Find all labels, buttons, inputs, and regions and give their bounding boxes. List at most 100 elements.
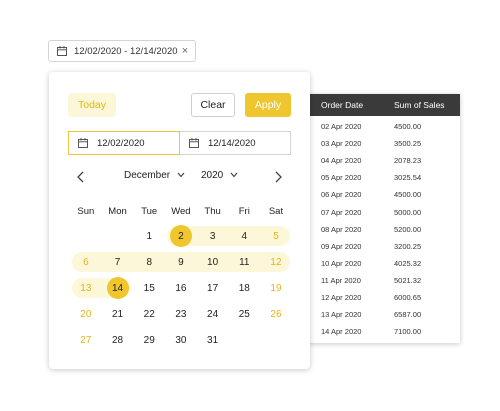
sum-of-sales-cell: 3500.25 bbox=[394, 139, 422, 149]
day-number: 22 bbox=[143, 308, 155, 320]
calendar-day[interactable]: 22 bbox=[133, 301, 165, 327]
day-number: 5 bbox=[273, 230, 279, 242]
calendar-day[interactable]: 13 bbox=[70, 275, 102, 301]
calendar-day-empty bbox=[260, 327, 292, 353]
calendar-day[interactable]: 2 bbox=[165, 223, 197, 249]
table-row: 09 Apr 2020 3200.25 bbox=[308, 238, 460, 255]
order-date-cell: 13 Apr 2020 bbox=[321, 310, 362, 320]
order-date-cell: 10 Apr 2020 bbox=[321, 258, 362, 268]
day-number: 7 bbox=[114, 256, 121, 268]
chevron-down-icon bbox=[230, 170, 238, 181]
calendar-day[interactable]: 27 bbox=[70, 327, 102, 353]
table-row: 12 Apr 2020 6000.65 bbox=[308, 289, 460, 306]
calendar-day[interactable]: 31 bbox=[197, 327, 229, 353]
sum-of-sales-cell: 3025.54 bbox=[394, 173, 422, 183]
calendar-day[interactable]: 6 bbox=[70, 249, 102, 275]
table-row: 11 Apr 2020 5021.32 bbox=[308, 272, 460, 289]
column-header-sum-of-sales[interactable]: Sum of Sales bbox=[370, 100, 460, 110]
calendar-day[interactable]: 1 bbox=[133, 223, 165, 249]
table-row: 06 Apr 2020 4500.00 bbox=[308, 186, 460, 203]
calendar-day[interactable]: 28 bbox=[102, 327, 134, 353]
month-select[interactable]: December bbox=[124, 170, 185, 181]
calendar-day[interactable]: 23 bbox=[165, 301, 197, 327]
calendar-day[interactable]: 26 bbox=[260, 301, 292, 327]
weekday-label: Thu bbox=[204, 206, 221, 217]
day-number: 16 bbox=[175, 282, 187, 294]
calendar-day[interactable]: 15 bbox=[133, 275, 165, 301]
calendar-day[interactable]: 30 bbox=[165, 327, 197, 353]
order-date-cell: 12 Apr 2020 bbox=[321, 292, 362, 302]
day-number bbox=[233, 329, 255, 351]
day-number: 30 bbox=[175, 334, 187, 346]
sum-of-sales-cell: 5200.00 bbox=[394, 224, 422, 234]
chevron-right-icon[interactable] bbox=[271, 168, 285, 186]
day-number: 8 bbox=[146, 256, 152, 268]
end-date-field[interactable]: 12/14/2020 bbox=[180, 131, 291, 155]
calendar-day[interactable]: 18 bbox=[228, 275, 260, 301]
table-row: 10 Apr 2020 4025.32 bbox=[308, 255, 460, 272]
end-date-value: 12/14/2020 bbox=[208, 137, 256, 149]
order-date-cell: 03 Apr 2020 bbox=[321, 139, 362, 149]
date-fields: 12/02/2020 12/14/2020 bbox=[68, 131, 291, 155]
calendar-week: 20 21 22 23 24 25 26 bbox=[70, 301, 292, 327]
order-date-cell: 09 Apr 2020 bbox=[321, 241, 362, 251]
month-value: December bbox=[124, 170, 171, 181]
calendar-day[interactable]: 5 bbox=[260, 223, 292, 249]
start-date-value: 12/02/2020 bbox=[97, 137, 145, 149]
calendar-icon bbox=[78, 138, 88, 148]
day-number: 24 bbox=[207, 308, 219, 320]
calendar-icon bbox=[189, 138, 199, 148]
weekday-label: Sat bbox=[268, 206, 284, 217]
calendar-day[interactable]: 8 bbox=[133, 249, 165, 275]
clear-button[interactable]: Clear bbox=[191, 93, 235, 117]
calendar-day[interactable]: 19 bbox=[260, 275, 292, 301]
calendar-day[interactable]: 3 bbox=[197, 223, 229, 249]
calendar-day[interactable]: 11 bbox=[228, 249, 260, 275]
table-row: 03 Apr 2020 3500.25 bbox=[308, 135, 460, 152]
clear-range-icon[interactable]: × bbox=[178, 45, 192, 57]
day-number: 1 bbox=[146, 230, 152, 242]
day-number: 20 bbox=[80, 308, 92, 320]
calendar-day[interactable]: 29 bbox=[133, 327, 165, 353]
order-date-cell: 14 Apr 2020 bbox=[321, 327, 362, 337]
day-number: 4 bbox=[241, 230, 248, 242]
calendar-day[interactable]: 17 bbox=[197, 275, 229, 301]
today-button[interactable]: Today bbox=[68, 93, 116, 117]
apply-button[interactable]: Apply bbox=[245, 93, 291, 117]
date-range-input[interactable]: 12/02/2020 - 12/14/2020 × bbox=[48, 40, 196, 62]
calendar-day[interactable]: 7 bbox=[102, 249, 134, 275]
calendar-day[interactable]: 21 bbox=[102, 301, 134, 327]
calendar-day[interactable]: 25 bbox=[228, 301, 260, 327]
sum-of-sales-cell: 6587.00 bbox=[394, 310, 422, 320]
calendar-day[interactable]: 20 bbox=[70, 301, 102, 327]
calendar-grid: 1 2 3 4 5 6 7 8 9 10 11 12 13 14 15 16 17 18 19 20 21 22 23 24 2… bbox=[70, 223, 292, 353]
calendar-day[interactable]: 16 bbox=[165, 275, 197, 301]
day-number: 27 bbox=[80, 334, 92, 346]
calendar-day[interactable]: 10 bbox=[197, 249, 229, 275]
day-number: 23 bbox=[175, 308, 187, 320]
calendar-day-empty bbox=[228, 327, 260, 353]
calendar-day[interactable]: 14 bbox=[102, 275, 134, 301]
table-row: 14 Apr 2020 7100.00 bbox=[308, 323, 460, 340]
start-date-field[interactable]: 12/02/2020 bbox=[68, 131, 180, 155]
day-number bbox=[265, 329, 287, 351]
year-select[interactable]: 2020 bbox=[201, 170, 238, 181]
day-number: 25 bbox=[238, 308, 250, 320]
calendar-day[interactable]: 4 bbox=[228, 223, 260, 249]
calendar-day[interactable]: 9 bbox=[165, 249, 197, 275]
sum-of-sales-cell: 4500.00 bbox=[394, 122, 422, 132]
table-row: 02 Apr 2020 4500.00 bbox=[308, 118, 460, 135]
day-number: 19 bbox=[270, 282, 282, 294]
sum-of-sales-cell: 2078.23 bbox=[394, 156, 422, 166]
calendar-day[interactable]: 24 bbox=[197, 301, 229, 327]
chevron-left-icon[interactable] bbox=[74, 168, 88, 186]
sum-of-sales-cell: 4500.00 bbox=[394, 190, 422, 200]
table-row: 07 Apr 2020 5000.00 bbox=[308, 203, 460, 220]
calendar-day[interactable]: 12 bbox=[260, 249, 292, 275]
sum-of-sales-cell: 6000.65 bbox=[394, 292, 422, 302]
day-number: 10 bbox=[207, 256, 219, 268]
table-body: 02 Apr 2020 4500.00 03 Apr 2020 3500.25 04 A… bbox=[308, 116, 460, 340]
table-row: 04 Apr 2020 2078.23 bbox=[308, 152, 460, 169]
column-header-order-date[interactable]: Order Date bbox=[308, 100, 370, 110]
table-header: Order Date Sum of Sales bbox=[308, 94, 460, 116]
